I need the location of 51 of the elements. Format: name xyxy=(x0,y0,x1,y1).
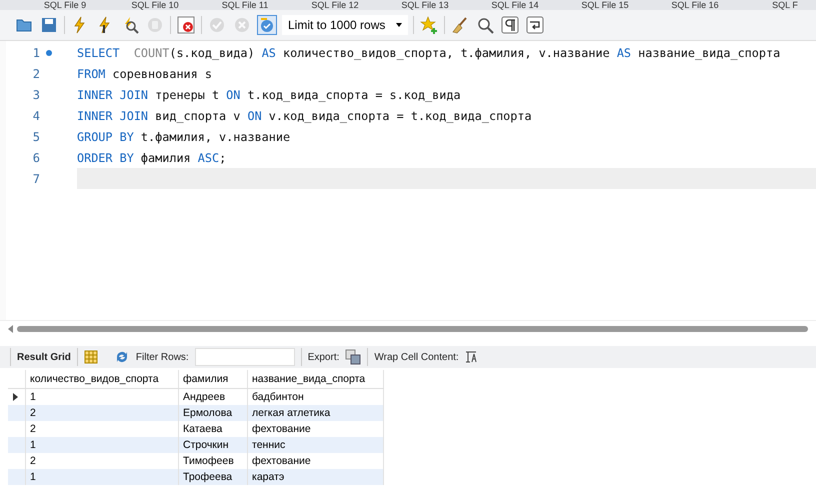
line-number: 5 xyxy=(32,130,40,144)
code-line: GROUP BY t.фамилия, v.название xyxy=(77,128,292,146)
line-number: 4 xyxy=(32,108,40,122)
file-tab[interactable]: SQL F xyxy=(740,0,816,10)
file-tab[interactable]: SQL File 16 xyxy=(650,0,740,10)
column-header[interactable]: фамилия xyxy=(178,370,248,388)
wrap-button[interactable] xyxy=(525,15,545,35)
code-line: INNER JOIN тренеры t ON t.код_вида_спорта = s.код_вида xyxy=(77,86,462,104)
file-tab[interactable]: SQL File 12 xyxy=(290,0,380,10)
table-cell: Ермолова xyxy=(178,405,248,421)
line-number: 7 xyxy=(32,172,40,186)
file-tab[interactable]: SQL File 13 xyxy=(380,0,470,10)
limit-rows-dropdown[interactable]: Limit to 1000 rows xyxy=(282,15,408,35)
stop-on-error-button[interactable] xyxy=(176,15,196,35)
star-button[interactable] xyxy=(419,15,439,35)
result-grid-tab[interactable]: Result Grid xyxy=(17,352,71,362)
pilcrow-button[interactable] xyxy=(500,15,520,35)
file-tab[interactable]: SQL File 9 xyxy=(20,0,110,10)
export-label: Export: xyxy=(308,352,340,362)
table-cell: каратэ xyxy=(248,469,384,485)
code-line: FROM соревнования s xyxy=(77,66,213,82)
wrap-text-icon[interactable] xyxy=(464,351,477,363)
code-line: SELECT COUNT(s.код_вида) AS количество_видов_спорта, t.фамилия, v.название AS название_вида_спорта xyxy=(77,44,782,62)
column-header[interactable]: название_вида_спорта xyxy=(248,370,384,388)
line-number: 3 xyxy=(32,88,40,102)
save-button[interactable] xyxy=(39,15,59,35)
grid-columns-icon[interactable] xyxy=(84,350,98,364)
table-cell: 2 xyxy=(26,405,178,421)
table-cell: 1 xyxy=(26,437,178,453)
table-cell: 1 xyxy=(26,469,178,485)
filter-rows-label: Filter Rows: xyxy=(136,352,189,362)
line-number: 1 xyxy=(32,46,40,60)
file-tab[interactable]: SQL File 15 xyxy=(560,0,650,10)
column-header[interactable]: количество_видов_спорта xyxy=(26,370,178,388)
scroll-left-icon[interactable] xyxy=(8,325,13,333)
table-cell: Строчкин xyxy=(178,437,248,453)
table-cell: теннис xyxy=(248,437,384,453)
autocommit-button[interactable] xyxy=(257,15,277,35)
table-cell: Трофеева xyxy=(178,469,248,485)
line-number: 6 xyxy=(32,150,40,164)
wrap-cell-content-label: Wrap Cell Content: xyxy=(374,352,459,362)
filter-rows-field[interactable] xyxy=(194,348,295,366)
file-tab[interactable]: SQL File 11 xyxy=(200,0,290,10)
code-line: ORDER BY фамилия ASC; xyxy=(77,150,228,166)
scrollbar-thumb[interactable] xyxy=(17,326,808,332)
file-tab[interactable]: SQL File 10 xyxy=(110,0,200,10)
code-line: INNER JOIN вид_спорта v ON v.код_вида_спорта = t.код_вида_спорта xyxy=(77,108,533,125)
export-icon[interactable] xyxy=(345,349,362,365)
line-number: 2 xyxy=(32,66,40,80)
table-cell: легкая атлетика xyxy=(248,405,384,421)
file-tab[interactable]: SQL File 14 xyxy=(470,0,560,10)
